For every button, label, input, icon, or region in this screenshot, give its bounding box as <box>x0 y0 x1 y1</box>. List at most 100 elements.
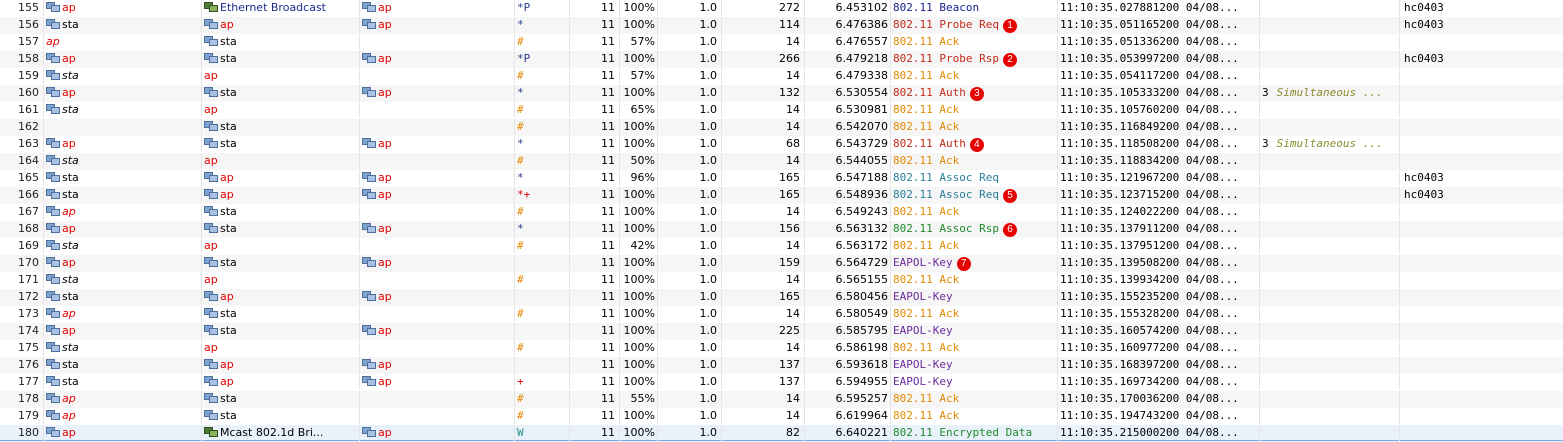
packet-row[interactable]: 178 ap sta #11 55% 1.0 14 6.595257 802.11 Ack 11:… <box>0 391 1563 408</box>
expert-info <box>1260 102 1400 118</box>
packet-row[interactable]: 159 sta ap #11 57% 1.0 14 6.479338 802.11 Ack 11:… <box>0 68 1563 85</box>
absolute-timestamp: 11:10:35.194743200 04/08... <box>1058 408 1260 424</box>
flags: + <box>515 374 570 390</box>
bssid-address-text: ap <box>378 324 392 337</box>
packet-row[interactable]: 160 ap sta ap * 11 100% 1.0 132 6.530554 802.11 Au… <box>0 85 1563 102</box>
packet-row[interactable]: 165 sta ap ap * 11 96% 1.0 165 6.547188 802.11 Ass… <box>0 170 1563 187</box>
packet-row[interactable]: 169 sta ap #11 42% 1.0 14 6.563172 802.11 Ack 11:… <box>0 238 1563 255</box>
packet-row[interactable]: 156 sta ap ap * 11 100% 1.0 114 6.476386 802.11 Pr… <box>0 17 1563 34</box>
protocol: 802.11 Assoc Rsp 6 <box>891 221 1058 237</box>
packet-row[interactable]: 155 ap Ethernet Broadcast ap *P 11 100% 1.0 272 6… <box>0 0 1563 17</box>
packet-row[interactable]: 157 ap sta #11 57% 1.0 14 6.476557 802.11 Ack 11:… <box>0 34 1563 51</box>
packet-row[interactable]: 161 sta ap #11 65% 1.0 14 6.530981 802.11 Ack 11:… <box>0 102 1563 119</box>
source-address: sta <box>44 272 202 288</box>
channel-text: 11 <box>601 69 615 82</box>
absolute-timestamp: 11:10:35.137951200 04/08... <box>1058 238 1260 254</box>
destination-address: ap <box>202 289 360 305</box>
channel: 11 <box>570 289 620 305</box>
packet-size-text: 272 <box>779 1 800 14</box>
flags: # <box>515 306 570 322</box>
node-icon <box>46 393 60 404</box>
packet-row[interactable]: 180 ap Mcast 802.1d Bri... ap W 11 100% 1.0 82 6.… <box>0 425 1563 442</box>
source-address-text: sta <box>62 188 79 201</box>
signal: 57% <box>620 68 658 84</box>
bssid-address: ap <box>360 357 515 373</box>
ssid <box>1400 408 1563 424</box>
ssid: hc0403 <box>1400 17 1563 33</box>
packet-row[interactable]: 174 ap sta ap 11 100% 1.0 225 6.585795 EAPOL-Key 1… <box>0 323 1563 340</box>
bssid-address-text: ap <box>378 86 392 99</box>
bssid-address: ap <box>360 0 515 16</box>
signal: 100% <box>620 374 658 390</box>
broadcast-icon <box>204 427 218 438</box>
packet-row[interactable]: 166 sta ap ap *+ 11 100% 1.0 165 6.548936 802.11 A… <box>0 187 1563 204</box>
packet-row[interactable]: 167 ap sta #11 100% 1.0 14 6.549243 802.11 Ack 11… <box>0 204 1563 221</box>
channel-text: 11 <box>601 273 615 286</box>
node-icon <box>204 291 218 302</box>
protocol: 802.11 Ack <box>891 119 1058 135</box>
bssid-address-text: ap <box>378 426 392 439</box>
source-address: sta <box>44 238 202 254</box>
channel-text: 11 <box>601 375 615 388</box>
channel-text: 11 <box>601 409 615 422</box>
flags: # <box>515 102 570 118</box>
packet-row[interactable]: 177 sta ap ap +11 100% 1.0 137 6.594955 EAPOL-Key… <box>0 374 1563 391</box>
node-icon <box>362 189 376 200</box>
node-icon <box>204 189 218 200</box>
node-icon <box>362 257 376 268</box>
flags-text: # <box>517 69 524 82</box>
absolute-timestamp: 11:10:35.139508200 04/08... <box>1058 255 1260 271</box>
step-marker-badge: 4 <box>969 138 984 152</box>
protocol-text: EAPOL-Key <box>893 358 953 371</box>
packet-size: 14 <box>722 238 805 254</box>
packet-row[interactable]: 171 sta ap #11 100% 1.0 14 6.565155 802.11 Ack 11… <box>0 272 1563 289</box>
packet-number: 166 <box>0 187 44 203</box>
bssid-address <box>360 391 515 407</box>
flags <box>515 323 570 339</box>
data-rate: 1.0 <box>658 408 722 424</box>
flags-text: *P <box>517 52 531 65</box>
packet-size-text: 14 <box>786 409 800 422</box>
channel-text: 11 <box>601 256 615 269</box>
packet-row[interactable]: 175 sta ap #11 100% 1.0 14 6.586198 802.11 Ack 11… <box>0 340 1563 357</box>
destination-address-text: sta <box>220 52 237 65</box>
packet-number: 160 <box>0 85 44 101</box>
expert-info <box>1260 357 1400 373</box>
packet-size-text: 165 <box>779 188 800 201</box>
destination-address: sta <box>202 85 360 101</box>
relative-time-text: 6.476386 <box>835 18 889 31</box>
expert-summary: Simultaneous ... <box>1276 137 1383 150</box>
source-address-text: sta <box>62 154 79 167</box>
source-address: sta <box>44 187 202 203</box>
signal: 100% <box>620 357 658 373</box>
packet-size: 225 <box>722 323 805 339</box>
relative-time: 6.564729 <box>805 255 891 271</box>
bssid-address <box>360 102 515 118</box>
packet-row[interactable]: 173 ap sta #11 100% 1.0 14 6.580549 802.11 Ack 11… <box>0 306 1563 323</box>
channel: 11 <box>570 238 620 254</box>
packet-row[interactable]: 170 ap sta ap 11 100% 1.0 159 6.564729 EAPOL-Key 7… <box>0 255 1563 272</box>
absolute-timestamp: 11:10:35.160977200 04/08... <box>1058 340 1260 356</box>
flags-text: *P <box>517 1 531 14</box>
bssid-address: ap <box>360 221 515 237</box>
signal-text: 100% <box>623 137 655 150</box>
packet-row[interactable]: 158 ap sta ap *P 11 100% 1.0 266 6.479218 802.11 P… <box>0 51 1563 68</box>
packet-row[interactable]: 163 ap sta ap * 11 100% 1.0 68 6.543729 802.11 Aut… <box>0 136 1563 153</box>
packet-row[interactable]: 176 sta ap ap 11 100% 1.0 137 6.593618 EAPOL-Key 1… <box>0 357 1563 374</box>
destination-address: ap <box>202 272 360 288</box>
source-address-text: ap <box>62 137 76 150</box>
data-rate: 1.0 <box>658 204 722 220</box>
absolute-timestamp-text: 11:10:35.194743200 04/08... <box>1060 409 1239 422</box>
signal: 100% <box>620 221 658 237</box>
source-address: sta <box>44 102 202 118</box>
absolute-timestamp-text: 11:10:35.027881200 04/08... <box>1060 1 1239 14</box>
relative-time: 6.530981 <box>805 102 891 118</box>
packet-row[interactable]: 164 sta ap #11 50% 1.0 14 6.544055 802.11 Ack 11:… <box>0 153 1563 170</box>
packet-size: 165 <box>722 187 805 203</box>
packet-row[interactable]: 172 sta ap ap 11 100% 1.0 165 6.580456 EAPOL-Key 1… <box>0 289 1563 306</box>
expert-info: 3 Simultaneous ... <box>1260 85 1400 101</box>
packet-row[interactable]: 162 sta #11 100% 1.0 14 6.542070 802.11 Ack 11:1… <box>0 119 1563 136</box>
packet-row[interactable]: 168 ap sta ap * 11 100% 1.0 156 6.563132 802.11 As… <box>0 221 1563 238</box>
source-address-text: sta <box>62 69 79 82</box>
relative-time-text: 6.476557 <box>835 35 889 48</box>
